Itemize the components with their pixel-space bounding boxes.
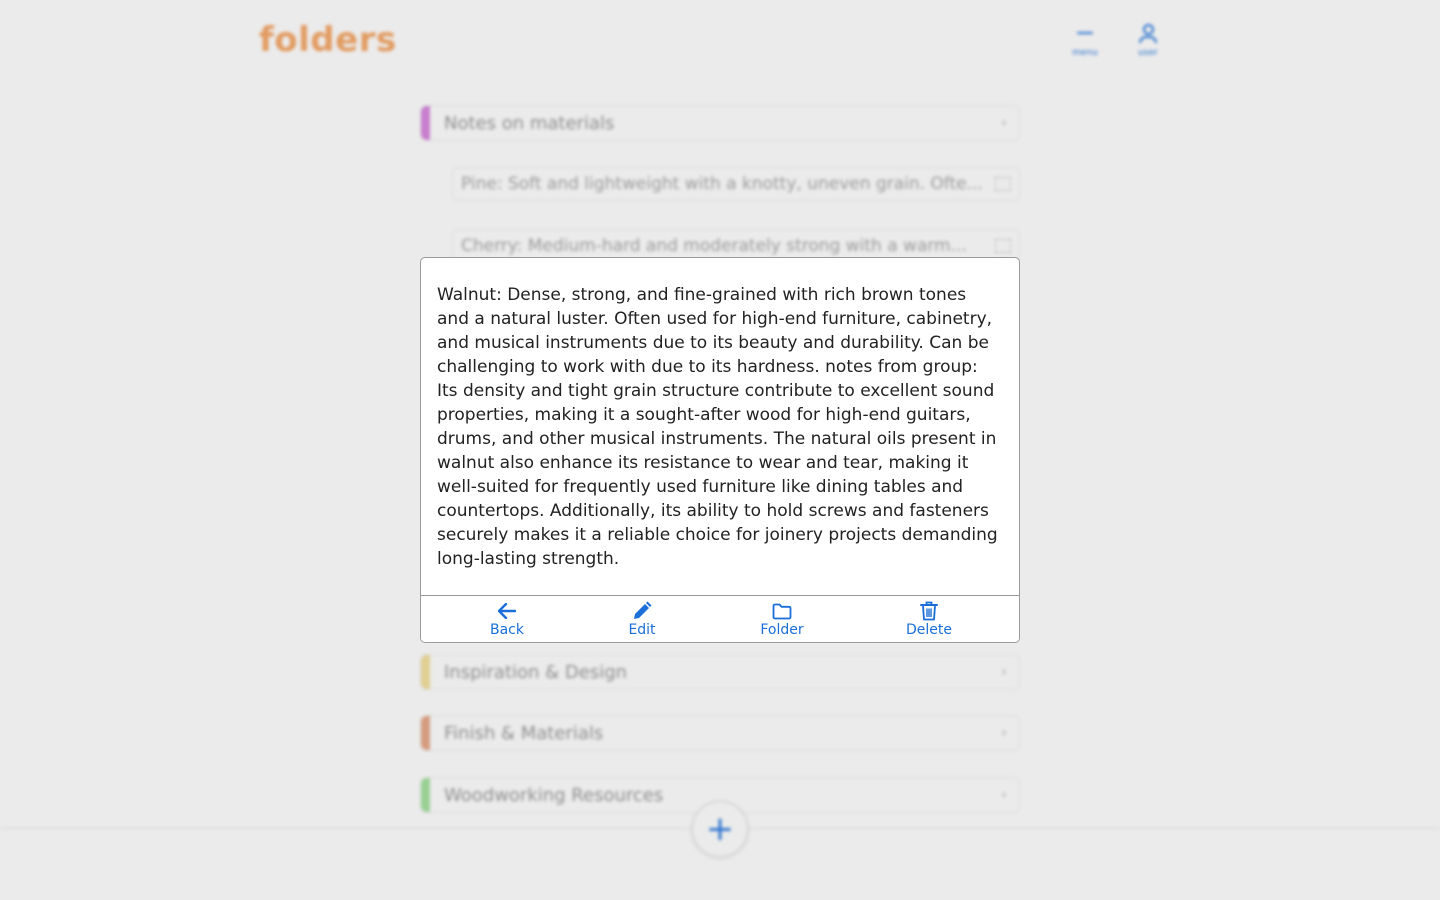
back-button[interactable]: Back: [477, 600, 537, 640]
delete-button[interactable]: Delete: [898, 600, 960, 640]
edit-button[interactable]: Edit: [612, 600, 672, 640]
folder-label: Folder: [760, 622, 804, 638]
trash-icon: [920, 600, 938, 622]
folder-icon: [772, 600, 792, 622]
note-text: Walnut: Dense, strong, and fine-grained …: [437, 285, 998, 569]
edit-label: Edit: [628, 622, 656, 638]
note-modal: Walnut: Dense, strong, and fine-grained …: [420, 257, 1020, 643]
delete-label: Delete: [906, 622, 952, 638]
modal-action-bar: Back Edit Folder Delete: [421, 595, 1019, 642]
back-label: Back: [490, 622, 524, 638]
pencil-icon: [632, 600, 652, 622]
folder-button[interactable]: Folder: [751, 600, 813, 640]
arrow-left-icon: [498, 600, 516, 622]
